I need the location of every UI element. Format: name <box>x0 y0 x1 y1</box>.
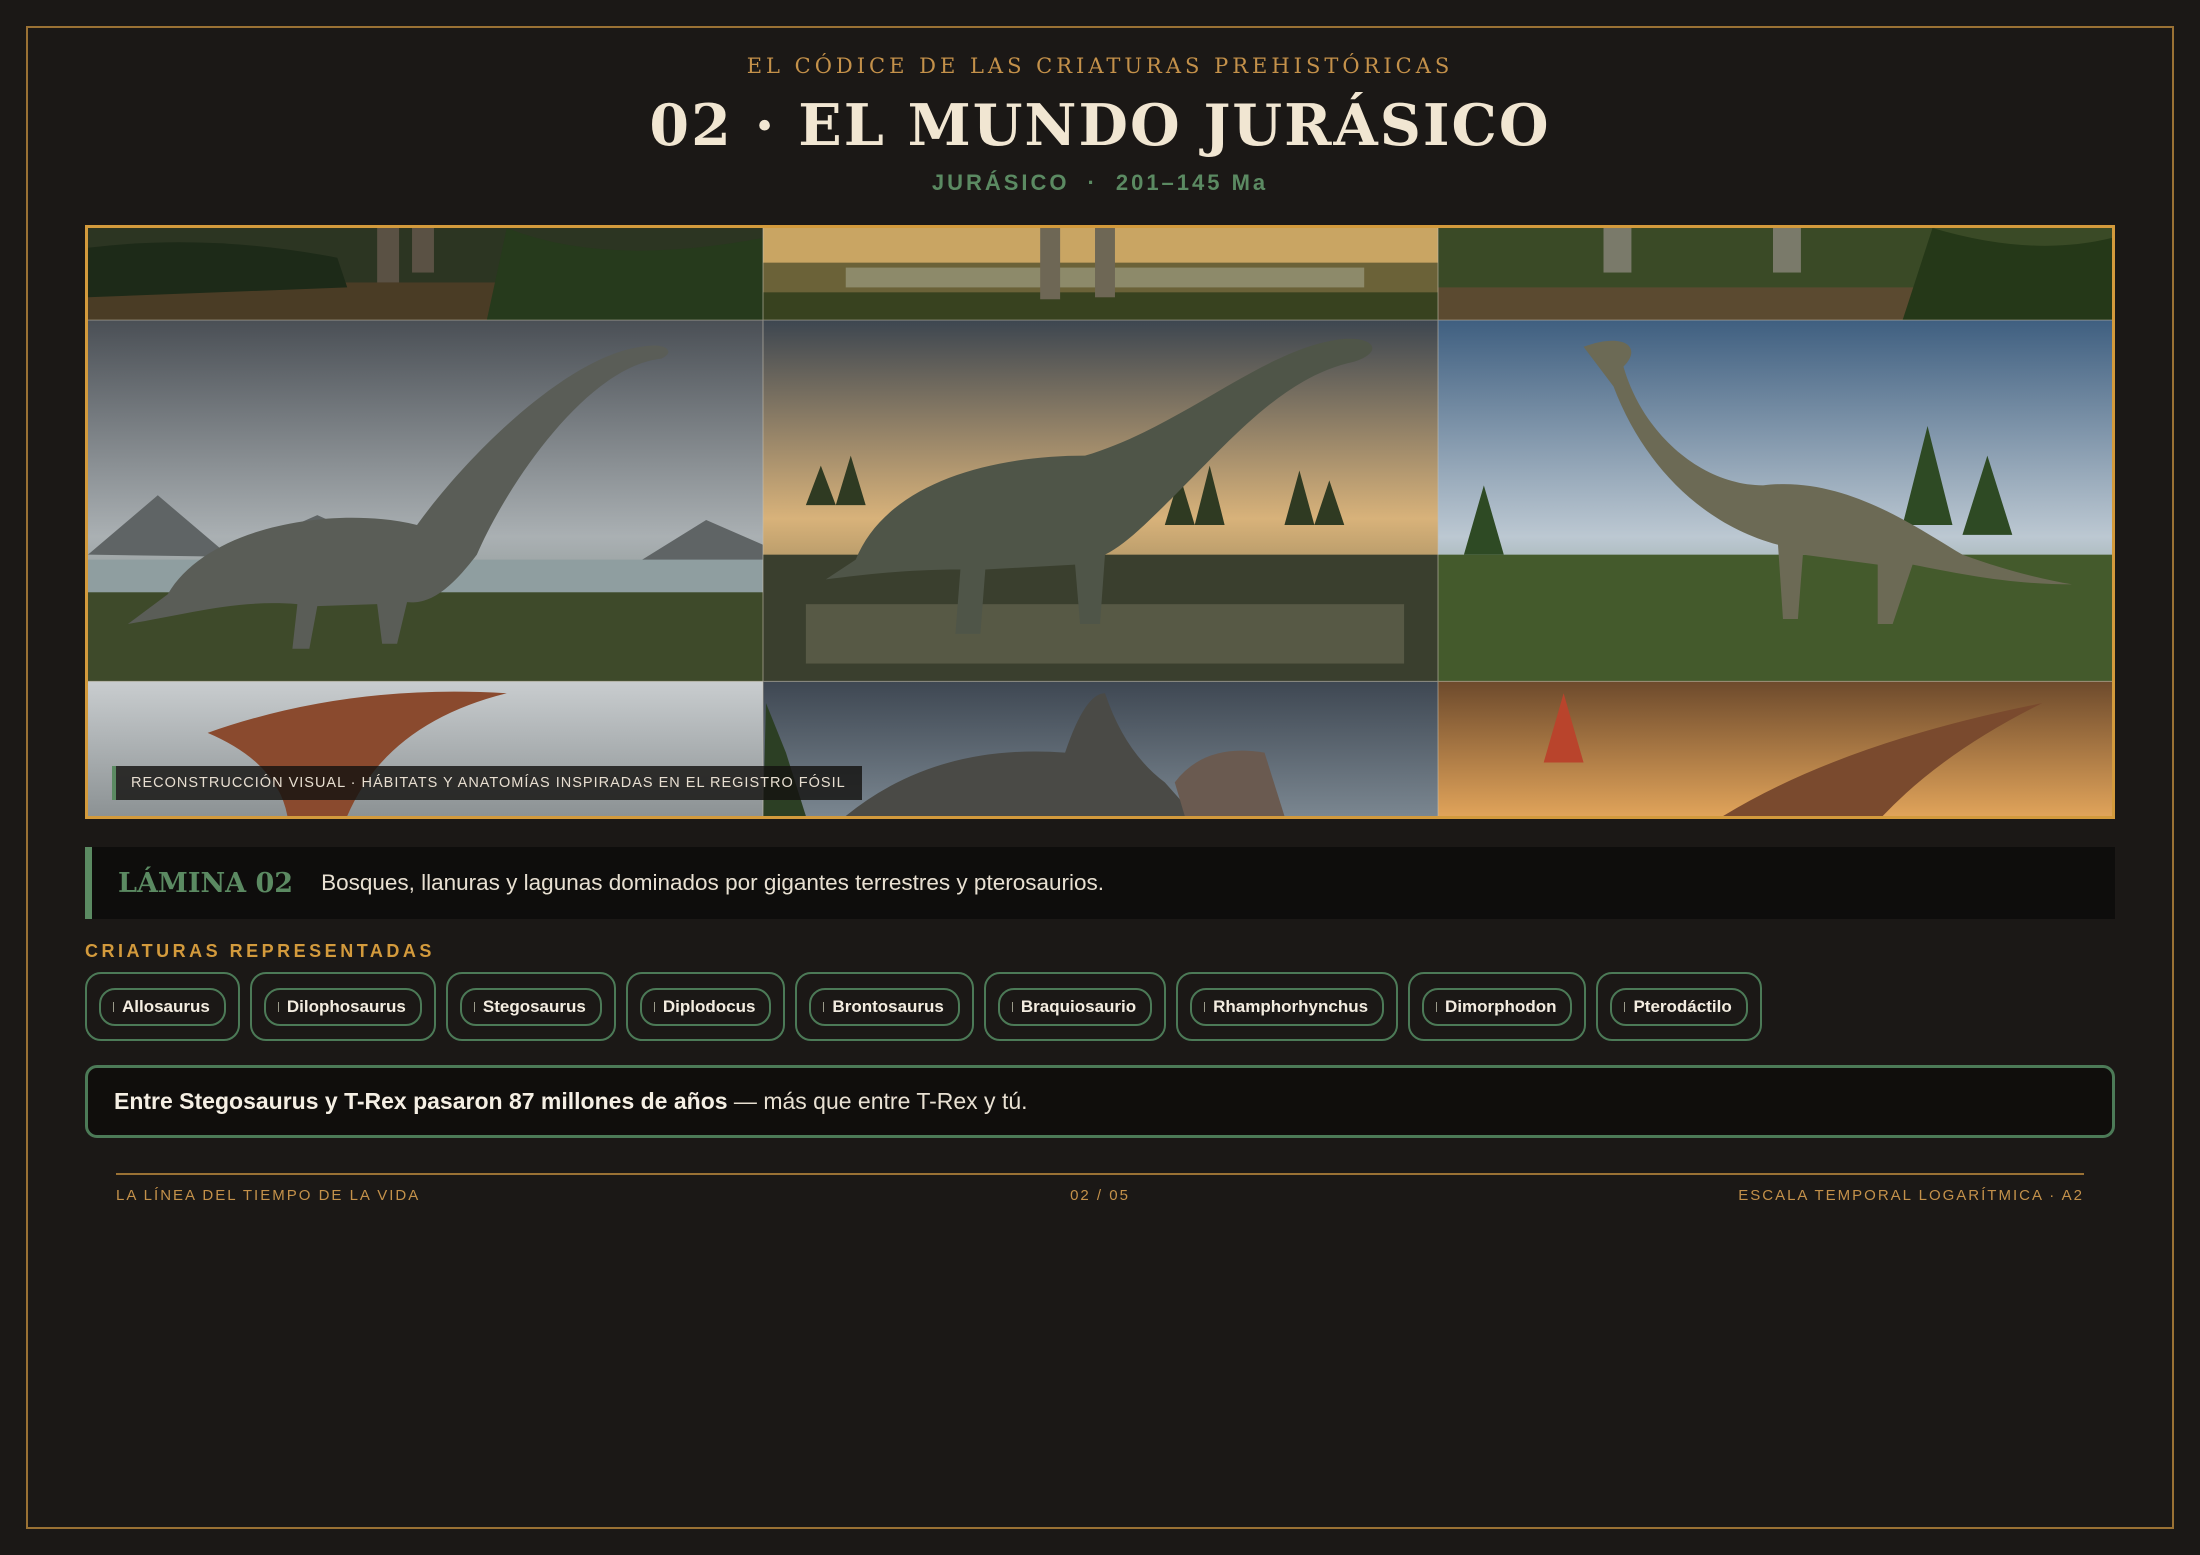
creature-chip[interactable]: Brontosaurus <box>795 972 974 1041</box>
gallery-illustrations <box>88 228 2112 816</box>
creature-chip[interactable]: Braquiosaurio <box>983 972 1167 1041</box>
creature-name: Dilophosaurus <box>286 996 406 1016</box>
creature-chip[interactable]: Allosaurus <box>85 972 240 1041</box>
creature-chip[interactable]: Pterodáctilo <box>1596 972 1762 1041</box>
page-title: 02 · EL MUNDO JURÁSICO <box>649 92 1551 159</box>
creature-chip[interactable]: Rhamphorhynchus <box>1176 972 1399 1041</box>
creature-chip[interactable]: Dilophosaurus <box>249 972 436 1041</box>
footer-divider <box>116 1173 2084 1175</box>
chip-marker <box>473 1001 475 1012</box>
creature-chip[interactable]: Diplodocus <box>625 972 786 1041</box>
creature-name: Stegosaurus <box>482 996 586 1016</box>
creature-name: Pterodáctilo <box>1633 996 1732 1016</box>
footer-scale: ESCALA TEMPORAL LOGARÍTMICA · A2 <box>1738 1187 2084 1204</box>
chip-marker <box>113 1001 114 1012</box>
lamina-description: Bosques, llanuras y lagunas dominados po… <box>321 870 1104 895</box>
creature-name: Brontosaurus <box>832 996 944 1016</box>
creature-name: Dimorphodon <box>1445 996 1557 1016</box>
creature-name: Allosaurus <box>122 996 210 1016</box>
top-strip-scenes <box>88 228 2112 321</box>
fact-box: Entre Stegosaurus y T-Rex pasaron 87 mil… <box>85 1065 2115 1138</box>
gallery-caption: RECONSTRUCCIÓN VISUAL · HÁBITATS Y ANATO… <box>112 766 862 800</box>
chip-marker <box>277 1001 279 1012</box>
chip-marker <box>823 1001 825 1012</box>
creature-name: Braquiosaurio <box>1020 996 1137 1016</box>
chip-marker <box>1011 1001 1013 1012</box>
period-line: JURÁSICO · 201–145 Ma <box>0 170 2200 196</box>
creature-chip-list: Allosaurus Dilophosaurus Stegosaurus Dip… <box>85 972 1762 1041</box>
chip-marker <box>653 1001 655 1012</box>
lamina-label: LÁMINA 02 <box>118 867 294 899</box>
creature-name: Diplodocus <box>662 996 756 1016</box>
fact-rest: — más que entre T-Rex y tú. <box>727 1088 1028 1114</box>
period-name: JURÁSICO <box>931 170 1070 195</box>
lamina-bar: LÁMINA 02 Bosques, llanuras y lagunas do… <box>85 847 2115 919</box>
chip-marker <box>1624 1001 1626 1012</box>
chip-marker <box>1204 1001 1206 1012</box>
creature-name: Rhamphorhynchus <box>1213 996 1369 1016</box>
creature-chip[interactable]: Dimorphodon <box>1408 972 1587 1041</box>
chip-marker <box>1436 1001 1438 1012</box>
fact-highlight: Entre Stegosaurus y T-Rex pasaron 87 mil… <box>114 1088 728 1114</box>
middle-row-scenes <box>88 320 2112 682</box>
image-gallery: RECONSTRUCCIÓN VISUAL · HÁBITATS Y ANATO… <box>85 225 2115 819</box>
period-range: 201–145 Ma <box>1115 170 1269 195</box>
period-separator: · <box>1087 170 1098 195</box>
creature-chip[interactable]: Stegosaurus <box>445 972 616 1041</box>
series-kicker: EL CÓDICE DE LAS CRIATURAS PREHISTÓRICAS <box>746 54 1454 78</box>
poster-page: EL CÓDICE DE LAS CRIATURAS PREHISTÓRICAS… <box>0 0 2200 1555</box>
creatures-heading: CRIATURAS REPRESENTADAS <box>85 941 435 961</box>
